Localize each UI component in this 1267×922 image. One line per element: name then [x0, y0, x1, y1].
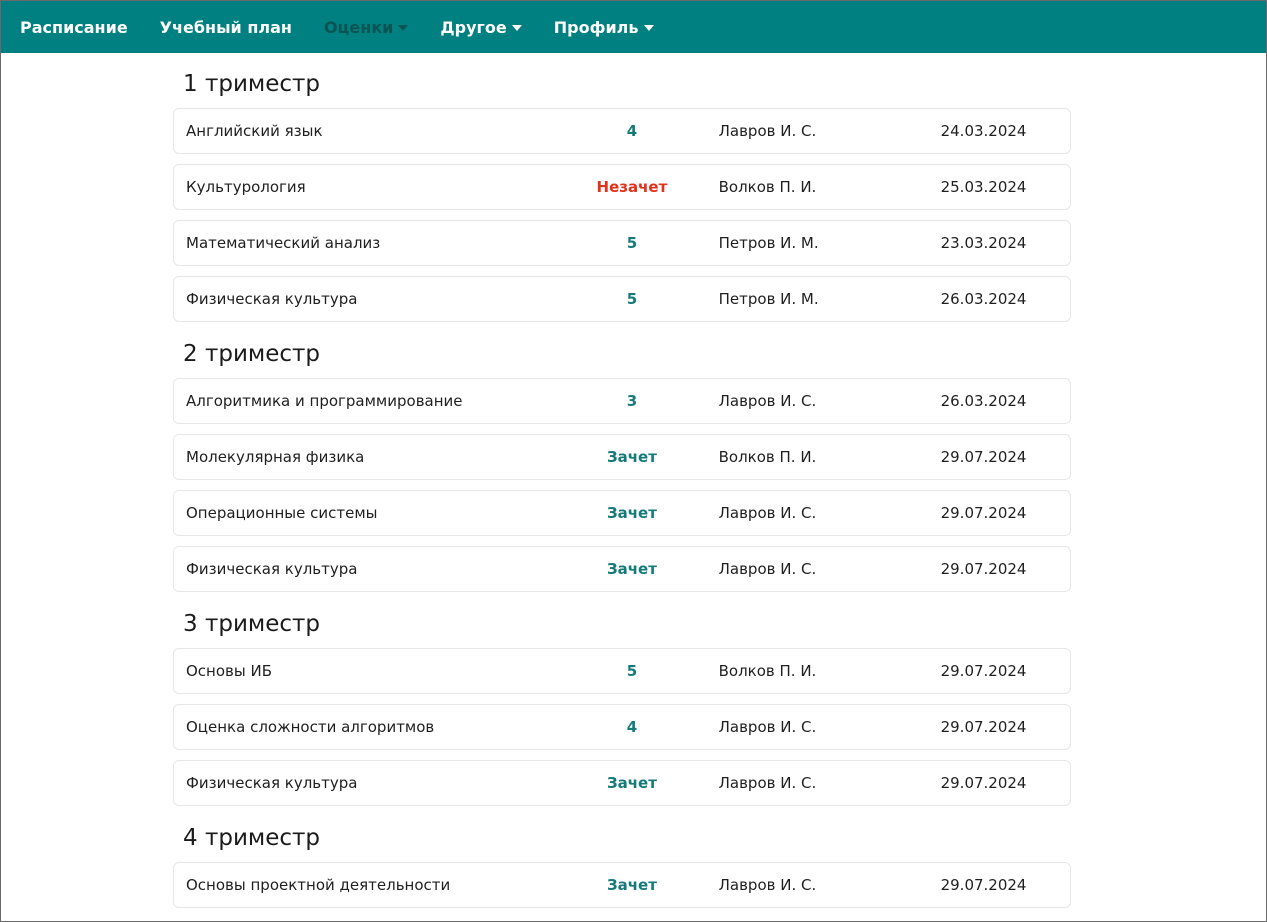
grade-date: 29.07.2024 — [940, 560, 1027, 578]
grade-row[interactable]: Физическая культура Зачет Лавров И. С. 29.0… — [173, 546, 1071, 592]
grade-value: Зачет — [606, 448, 657, 466]
grade-row[interactable]: Физическая культура Зачет Лавров И. С. 29.0… — [173, 760, 1071, 806]
subject-name: Английский язык — [186, 122, 323, 140]
nav-item-2[interactable]: Оценки — [308, 1, 424, 53]
subject-name: Математический анализ — [186, 234, 381, 252]
grade-row[interactable]: Английский язык 4 Лавров И. С. 24.03.2024 — [173, 108, 1071, 154]
subject-name: Основы проектной деятельности — [186, 876, 451, 894]
nav-item-3[interactable]: Другое — [424, 1, 537, 53]
grade-date: 26.03.2024 — [940, 392, 1027, 410]
grade-row[interactable]: Операционные системы Зачет Лавров И. С. 29.… — [173, 490, 1071, 536]
subject-name: Операционные системы — [186, 504, 378, 522]
grade-value: Зачет — [606, 504, 657, 522]
grade-value: 3 — [626, 392, 638, 410]
subject-name: Молекулярная физика — [186, 448, 365, 466]
subject-name: Культурология — [186, 178, 306, 196]
subject-name: Алгоритмика и программирование — [186, 392, 463, 410]
grade-value: Зачет — [606, 876, 657, 894]
grade-value: Зачет — [606, 560, 657, 578]
grades-content: 1 триместр Английский язык 4 Лавров И. С. 24… — [173, 53, 1071, 918]
nav-item-label: Учебный план — [159, 17, 292, 37]
grade-value: 5 — [626, 234, 638, 252]
term-title: 2 триместр — [183, 341, 321, 367]
grade-value: 4 — [626, 718, 638, 736]
grade-date: 29.07.2024 — [940, 718, 1027, 736]
teacher-name: Лавров И. С. — [718, 560, 817, 578]
teacher-name: Лавров И. С. — [718, 774, 817, 792]
teacher-name: Волков П. И. — [718, 662, 817, 680]
page-frame: Расписание Учебный план Оценки Другое Профил… — [0, 0, 1267, 922]
grade-value: Незачет — [596, 178, 668, 196]
grade-date: 26.03.2024 — [940, 290, 1027, 308]
grade-row[interactable]: Математический анализ 5 Петров И. М. 23.03.… — [173, 220, 1071, 266]
nav-item-0[interactable]: Расписание — [1, 1, 144, 53]
teacher-name: Петров И. М. — [718, 234, 819, 252]
grade-date: 29.07.2024 — [940, 504, 1027, 522]
grade-date: 23.03.2024 — [940, 234, 1027, 252]
nav-item-label: Профиль — [553, 17, 639, 37]
nav-item-label: Расписание — [20, 17, 128, 37]
grade-date: 29.07.2024 — [940, 662, 1027, 680]
grade-date: 29.07.2024 — [940, 448, 1027, 466]
grade-value: 5 — [626, 662, 638, 680]
nav-item-label: Оценки — [323, 17, 394, 37]
top-navbar: Расписание Учебный план Оценки Другое Профил… — [1, 1, 1266, 53]
grade-row[interactable]: Алгоритмика и программирование 3 Лавров И.… — [173, 378, 1071, 424]
teacher-name: Петров И. М. — [718, 290, 819, 308]
caret-down-icon — [643, 25, 654, 31]
teacher-name: Лавров И. С. — [718, 504, 817, 522]
subject-name: Основы ИБ — [186, 662, 273, 680]
caret-down-icon — [398, 25, 409, 31]
teacher-name: Лавров И. С. — [718, 122, 817, 140]
grade-row[interactable]: Физическая культура 5 Петров И. М. 26.03.20… — [173, 276, 1071, 322]
grade-date: 29.07.2024 — [940, 876, 1027, 894]
subject-name: Физическая культура — [186, 290, 358, 308]
term-title: 1 триместр — [183, 71, 321, 97]
nav-item-label: Другое — [440, 17, 507, 37]
subject-name: Физическая культура — [186, 560, 358, 578]
teacher-name: Волков П. И. — [718, 448, 817, 466]
caret-down-icon — [511, 25, 522, 31]
teacher-name: Лавров И. С. — [718, 718, 817, 736]
teacher-name: Лавров И. С. — [718, 876, 817, 894]
nav-item-4[interactable]: Профиль — [538, 1, 670, 53]
subject-name: Физическая культура — [186, 774, 358, 792]
teacher-name: Лавров И. С. — [718, 392, 817, 410]
grade-row[interactable]: Основы ИБ 5 Волков П. И. 29.07.2024 — [173, 648, 1071, 694]
grade-value: Зачет — [606, 774, 657, 792]
grade-row[interactable]: Молекулярная физика Зачет Волков П. И. 29.0… — [173, 434, 1071, 480]
teacher-name: Волков П. И. — [718, 178, 817, 196]
grade-value: 5 — [626, 290, 638, 308]
grade-row[interactable]: Оценка сложности алгоритмов 4 Лавров И. С.… — [173, 704, 1071, 750]
grade-value: 4 — [626, 122, 638, 140]
subject-name: Оценка сложности алгоритмов — [186, 718, 435, 736]
term-title: 3 триместр — [183, 611, 321, 637]
grade-date: 24.03.2024 — [940, 122, 1027, 140]
grade-date: 25.03.2024 — [940, 178, 1027, 196]
nav-item-1[interactable]: Учебный план — [144, 1, 308, 53]
grade-row[interactable]: Культурология Незачет Волков П. И. 25.03.20… — [173, 164, 1071, 210]
grade-row[interactable]: Основы проектной деятельности Зачет Лавров… — [173, 862, 1071, 908]
term-title: 4 триместр — [183, 825, 321, 851]
grade-date: 29.07.2024 — [940, 774, 1027, 792]
